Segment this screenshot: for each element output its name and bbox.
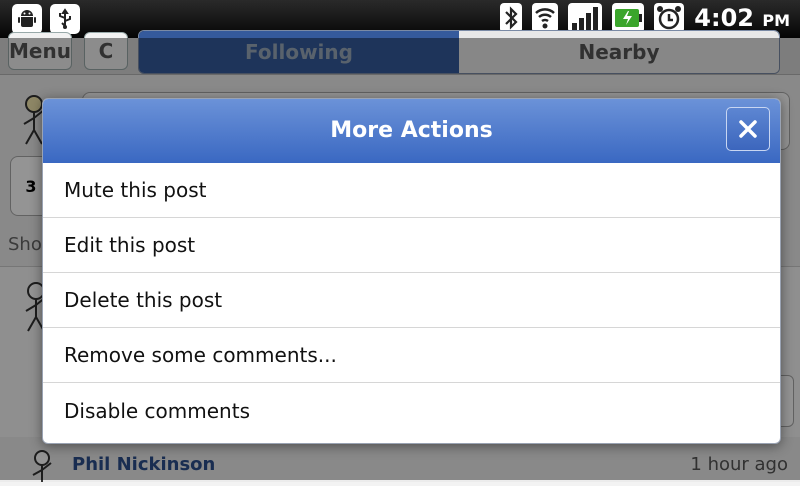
disable-comments-item[interactable]: Disable comments (43, 383, 780, 438)
dialog-title: More Actions (330, 118, 493, 143)
actions-menu: Mute this post Edit this post Delete thi… (43, 163, 780, 438)
edit-post-item[interactable]: Edit this post (43, 218, 780, 273)
alarm-icon (654, 3, 685, 33)
signal-icon (568, 3, 603, 33)
notification-icons (12, 4, 80, 34)
dialog-header: More Actions (43, 99, 780, 163)
close-icon (739, 120, 757, 138)
battery-icon (612, 3, 645, 33)
remove-comments-item[interactable]: Remove some comments... (43, 328, 780, 383)
bluetooth-icon (500, 3, 523, 33)
usb-icon (50, 4, 80, 34)
clock-ampm: PM (762, 11, 790, 30)
close-button[interactable] (726, 107, 770, 151)
clock-time: 4:02 (694, 4, 754, 32)
wifi-icon (532, 3, 559, 33)
clock: 4:02 PM (694, 4, 790, 32)
more-actions-dialog: More Actions Mute this post Edit this po… (42, 98, 781, 444)
android-icon (12, 4, 42, 34)
system-icons: 4:02 PM (500, 3, 790, 33)
mute-post-item[interactable]: Mute this post (43, 163, 780, 218)
delete-post-item[interactable]: Delete this post (43, 273, 780, 328)
